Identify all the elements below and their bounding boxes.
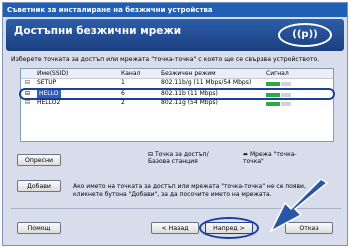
table-header: Име(SSID) Канал Безжичен режим Сигнал	[21, 69, 333, 79]
row-ssid: HELLO	[37, 90, 61, 98]
access-point-icon: ⊟	[25, 90, 31, 97]
next-highlight-circle	[199, 217, 259, 239]
access-point-icon: ⊟	[25, 99, 31, 106]
legend-adhoc: ⬌ Мрежа "точка-точка"	[243, 151, 313, 165]
help-button[interactable]: Помощ	[17, 222, 61, 234]
col-mode[interactable]: Безжичен режим	[161, 70, 216, 77]
pointer-arrow-icon	[269, 179, 329, 233]
signal-bar	[266, 101, 292, 106]
row-channel: 2	[121, 99, 125, 106]
legend-adhoc-label: Мрежа "точка-точка"	[243, 151, 297, 165]
page-title: Достъпни безжични мрежи	[14, 25, 182, 37]
row-ssid: HELLO2	[37, 99, 61, 106]
access-point-icon: ⊟	[148, 151, 154, 158]
row-channel: 1	[121, 79, 125, 86]
adhoc-icon: ⬌	[243, 151, 249, 158]
instructions: Изберете точката за достъп или мрежата "…	[11, 56, 320, 63]
signal-bar	[266, 92, 292, 97]
col-signal[interactable]: Сигнал	[266, 70, 289, 77]
banner: Достъпни безжични мрежи ((p))	[6, 19, 344, 51]
legend-ap-label: Точка за достъп/Базова станция	[148, 151, 209, 165]
table-row[interactable]: ⊟ HELLO2 2 802.11g (54 Mbps)	[21, 99, 333, 107]
table-row[interactable]: ⊟ SETUP 1 802.11b/g (11 Mbps/54 Mbps)	[21, 79, 333, 87]
refresh-button[interactable]: Опресни	[17, 154, 61, 166]
legend-access-point: ⊟ Точка за достъп/Базова станция	[148, 151, 218, 165]
row-ssid: SETUP	[37, 79, 57, 86]
window-title: Съветник за инсталиране на безжични устр…	[3, 3, 347, 17]
signal-bar	[266, 81, 292, 86]
row-mode: 802.11b/g (11 Mbps/54 Mbps)	[161, 79, 252, 86]
row-mode: 802.11g (54 Mbps)	[161, 99, 218, 106]
back-button[interactable]: < Назад	[151, 222, 199, 234]
col-ssid[interactable]: Име(SSID)	[37, 70, 68, 77]
network-table: Име(SSID) Канал Безжичен режим Сигнал ⊟ …	[19, 68, 335, 142]
wireless-logo-icon: ((p))	[278, 23, 332, 47]
row-channel: 6	[121, 90, 125, 97]
col-channel[interactable]: Канал	[121, 70, 140, 77]
access-point-icon: ⊟	[25, 79, 31, 86]
table-row-selected[interactable]: ⊟ HELLO 6 802.11b (11 Mbps)	[19, 88, 335, 100]
row-mode: 802.11b (11 Mbps)	[161, 90, 218, 97]
wizard-window: Съветник за инсталиране на безжични устр…	[2, 2, 348, 246]
add-button[interactable]: Добави	[17, 180, 61, 192]
